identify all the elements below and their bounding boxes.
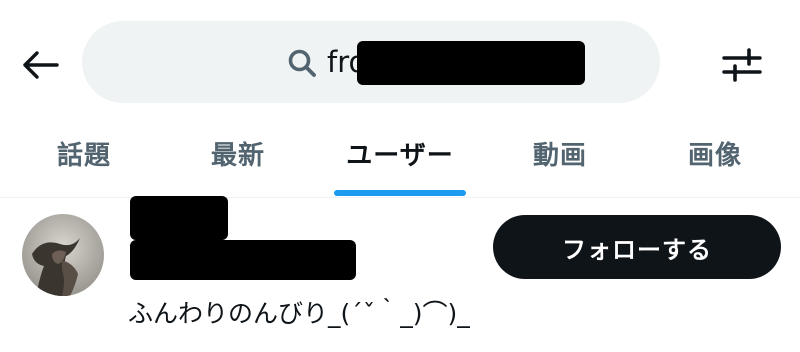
- avatar[interactable]: [22, 214, 104, 296]
- redacted-display-name: [130, 196, 228, 240]
- arrow-left-icon: [23, 51, 59, 79]
- tab-images[interactable]: 画像: [640, 110, 790, 197]
- search-bar[interactable]: from:@: [82, 21, 660, 103]
- search-icon: [288, 49, 316, 77]
- sliders-icon: [722, 48, 762, 82]
- tab-latest[interactable]: 最新: [168, 110, 308, 197]
- active-tab-indicator: [334, 190, 466, 196]
- tab-trending[interactable]: 話題: [0, 110, 168, 197]
- tab-users[interactable]: ユーザー: [320, 110, 480, 197]
- redacted-username-block: [357, 41, 585, 85]
- search-filters-button[interactable]: [718, 43, 766, 87]
- search-results-screen: from:@ 話題 最新 ユーザー 動画 画像: [0, 0, 800, 352]
- search-tabs: 話題 最新 ユーザー 動画 画像: [0, 110, 800, 198]
- avatar-image: [22, 214, 104, 296]
- redacted-handle: [130, 240, 356, 280]
- back-button[interactable]: [18, 43, 62, 87]
- follow-button[interactable]: フォローする: [493, 215, 781, 279]
- tab-videos[interactable]: 動画: [490, 110, 630, 197]
- user-bio: ふんわりのんびり_(´ˇ｀_)⌒)_: [128, 299, 470, 328]
